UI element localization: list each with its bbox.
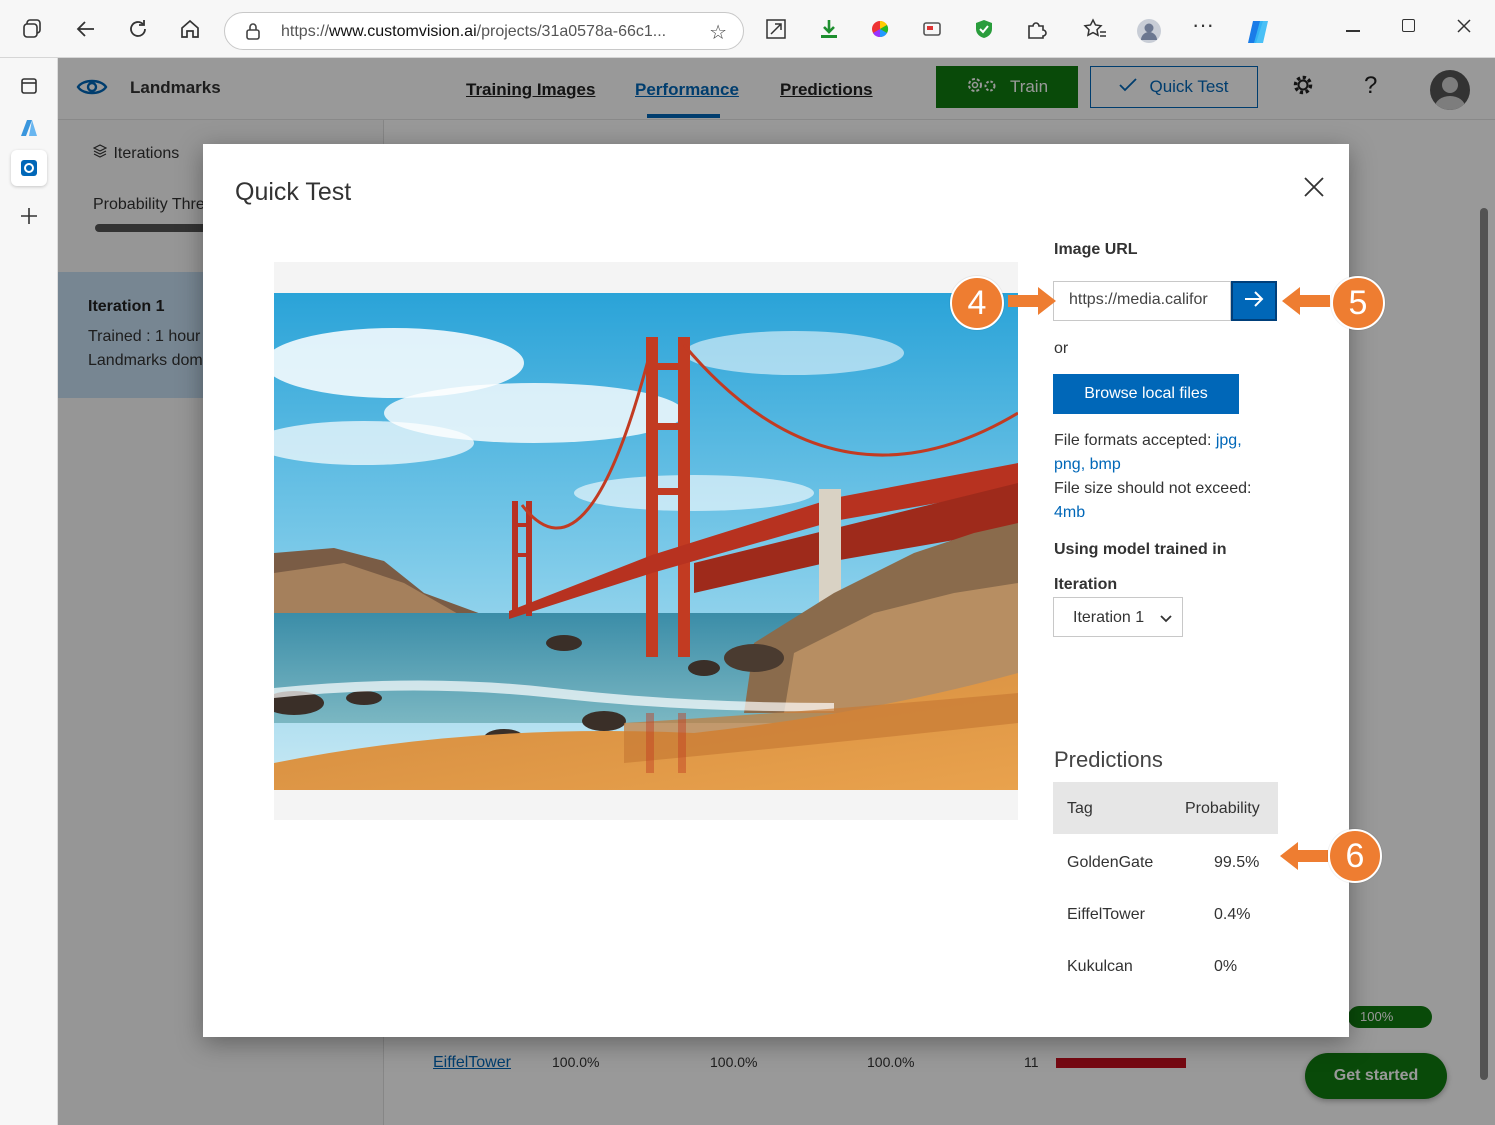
tab-actions-icon[interactable] — [11, 68, 47, 104]
browser-toolbar: https://www.customvision.ai/projects/31a… — [0, 0, 1495, 58]
using-model-label: Using model trained in — [1054, 541, 1227, 558]
size-limit-link[interactable]: 4mb — [1054, 504, 1085, 521]
close-icon[interactable] — [1299, 172, 1329, 202]
or-separator: or — [1054, 340, 1069, 357]
workspaces-icon[interactable] — [18, 15, 46, 43]
header-probability: Probability — [1185, 800, 1260, 817]
table-row: Kukulcan 0% — [1053, 938, 1278, 990]
predictions-table-header: Tag Probability — [1053, 782, 1278, 834]
shield-extension-icon[interactable] — [973, 18, 997, 42]
customvision-tab-icon[interactable] — [11, 150, 47, 186]
browser-side-rail — [0, 58, 58, 1125]
address-bar[interactable]: https://www.customvision.ai/projects/31a… — [224, 12, 744, 50]
copilot-icon[interactable] — [1244, 18, 1268, 43]
step-6-callout: 6 — [1328, 829, 1382, 883]
maximize-icon[interactable] — [1402, 18, 1426, 42]
step-4-callout: 4 — [950, 276, 1004, 330]
prediction-probability: 99.5% — [1214, 854, 1260, 871]
arrow-right-callout-icon — [1008, 287, 1056, 315]
header-tag: Tag — [1067, 800, 1093, 817]
refresh-icon[interactable] — [124, 15, 152, 43]
prediction-tag: GoldenGate — [1067, 854, 1154, 871]
screen-extension-icon[interactable] — [921, 18, 945, 42]
color-wheel-extension-icon[interactable] — [869, 18, 893, 42]
quick-test-dialog: Quick Test Image URL https://media.calif… — [203, 144, 1349, 1037]
minimize-icon[interactable] — [1346, 24, 1370, 48]
back-icon[interactable] — [72, 15, 100, 43]
azure-tab-icon[interactable] — [11, 110, 47, 146]
golden-gate-photo — [274, 293, 1018, 790]
prediction-tag: Kukulcan — [1067, 958, 1133, 975]
download-extension-icon[interactable] — [818, 18, 842, 42]
submit-url-button[interactable] — [1231, 281, 1277, 321]
more-options-icon[interactable]: ··· — [1192, 12, 1216, 37]
file-format-info: File formats accepted: jpg, png, bmp Fil… — [1054, 432, 1252, 521]
favorite-star-icon[interactable]: ☆ — [709, 20, 727, 45]
url-text: https://www.customvision.ai/projects/31a… — [281, 23, 667, 40]
home-icon[interactable] — [176, 15, 204, 43]
prediction-tag: EiffelTower — [1067, 906, 1145, 923]
table-row: EiffelTower 0.4% — [1053, 886, 1278, 938]
puzzle-extensions-icon[interactable] — [1025, 18, 1049, 42]
step-5-callout: 5 — [1331, 276, 1385, 330]
iteration-label: Iteration — [1054, 576, 1118, 593]
new-tab-icon[interactable] — [11, 198, 47, 234]
favorites-list-icon[interactable] — [1083, 18, 1107, 42]
dialog-title: Quick Test — [235, 178, 352, 206]
chevron-down-icon — [1160, 610, 1172, 628]
browse-local-files-button[interactable]: Browse local files — [1053, 374, 1239, 414]
image-url-input[interactable]: https://media.califor — [1053, 281, 1231, 321]
predictions-table: Tag Probability GoldenGate 99.5% EiffelT… — [1053, 782, 1278, 990]
image-url-label: Image URL — [1054, 241, 1138, 258]
arrow-left-callout-icon — [1280, 842, 1328, 870]
prediction-probability: 0% — [1214, 958, 1238, 975]
prediction-probability: 0.4% — [1214, 906, 1251, 923]
table-row: GoldenGate 99.5% — [1053, 834, 1278, 886]
expand-icon[interactable] — [765, 18, 789, 42]
predictions-heading: Predictions — [1054, 747, 1163, 772]
arrow-right-icon — [1244, 290, 1264, 312]
profile-icon[interactable] — [1136, 18, 1161, 43]
close-window-icon[interactable] — [1456, 18, 1480, 42]
arrow-left-callout-icon — [1282, 287, 1330, 315]
lock-icon[interactable] — [245, 22, 261, 45]
iteration-dropdown[interactable]: Iteration 1 — [1053, 597, 1183, 637]
